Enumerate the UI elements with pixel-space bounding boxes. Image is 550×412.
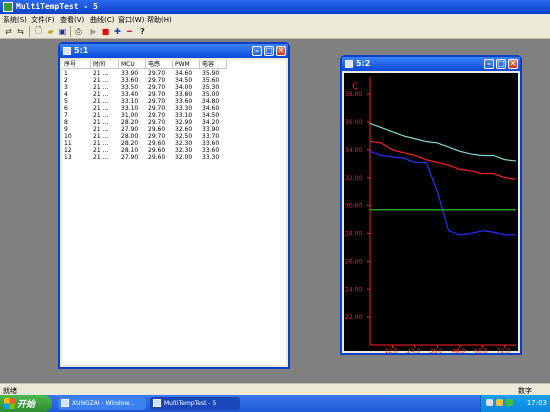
- maximize-button[interactable]: □: [264, 46, 274, 56]
- table-cell-capacitor[interactable]: 33.30: [200, 154, 227, 162]
- x-tick-label: 12.0: [384, 348, 398, 353]
- menu-curve[interactable]: 曲线(C): [90, 15, 114, 25]
- minimize-button[interactable]: –: [484, 59, 494, 69]
- menu-view[interactable]: 查看(V): [60, 15, 84, 25]
- app-title: MultiTempTest - 5: [16, 2, 98, 11]
- status-bar: 就绪 数字: [0, 383, 550, 395]
- open-folder-icon[interactable]: ▰: [45, 26, 56, 37]
- y-tick-label: 38.00: [345, 91, 362, 98]
- table-cell-time[interactable]: 21 ...: [91, 154, 119, 162]
- windows-logo-icon: [4, 398, 15, 409]
- y-tick-label: 22.00: [345, 314, 362, 321]
- series-line-1: [369, 140, 517, 180]
- table-cell-inductor[interactable]: 29.60: [146, 154, 173, 162]
- window-icon: [345, 60, 353, 68]
- minimize-button[interactable]: –: [252, 46, 262, 56]
- disconnect-icon[interactable]: ⇆: [15, 26, 26, 37]
- menu-system[interactable]: 系统(S): [3, 15, 27, 25]
- toolbar: ⇄ ⇆ 🗋 ▰ ▣ ⎙ ▶ ■ ✚ ━ ?: [0, 25, 550, 39]
- column-header-mcu[interactable]: MCU: [119, 60, 146, 69]
- menu-help[interactable]: 帮助(H): [147, 15, 172, 25]
- connect-icon[interactable]: ⇄: [3, 26, 14, 37]
- table-cell-mcu[interactable]: 27.90: [119, 154, 146, 162]
- table-window[interactable]: 5:1 – □ ✕ 序号 时间 MCU 电感 PWM 电容 1 21 ... 33.…: [58, 42, 290, 369]
- new-file-icon[interactable]: 🗋: [33, 26, 44, 37]
- x-tick-label: 60.0: [474, 348, 488, 353]
- app-icon: [3, 2, 13, 12]
- chart-window-title: 5:2: [356, 59, 371, 68]
- taskbar: 开始 XUNGZAI - Window... MultiTempTest - 5…: [0, 395, 550, 412]
- y-tick-label: 28.00: [345, 231, 362, 238]
- help-icon[interactable]: ?: [137, 26, 148, 37]
- security-icon[interactable]: [506, 399, 513, 406]
- chart-window-title-bar[interactable]: 5:2 – □ ✕: [342, 57, 520, 71]
- column-header-capacitor[interactable]: 电容: [200, 60, 227, 69]
- app-title-bar[interactable]: MultiTempTest - 5: [0, 0, 550, 14]
- speaker-icon[interactable]: [496, 399, 503, 406]
- x-tick-label: 72.0: [497, 348, 511, 353]
- chart-window[interactable]: 5:2 – □ ✕ C 38.00 36.00 34.00 32.00 30.00 28.0…: [340, 55, 522, 355]
- column-header-pwm[interactable]: PWM: [173, 60, 200, 69]
- table-window-title-bar[interactable]: 5:1 – □ ✕: [60, 44, 288, 58]
- menu-bar: 系统(S) 文件(F) 查看(V) 曲线(C) 窗口(W) 帮助(H): [0, 14, 550, 25]
- maximize-button[interactable]: □: [496, 59, 506, 69]
- folder-icon: [61, 399, 69, 407]
- y-tick-label: 32.00: [345, 175, 362, 182]
- print-icon[interactable]: ⎙: [73, 26, 84, 37]
- temperature-chart-svg: C38.0036.0034.0032.0030.0028.0026.0024.0…: [345, 77, 517, 355]
- play-icon[interactable]: ▶: [88, 26, 99, 37]
- taskbar-item-label: MultiTempTest - 5: [164, 400, 217, 407]
- save-icon[interactable]: ▣: [57, 26, 68, 37]
- system-tray: 17:03: [480, 395, 550, 412]
- table-cell-index[interactable]: 13: [62, 154, 91, 162]
- close-button[interactable]: ✕: [508, 59, 518, 69]
- y-tick-label: 34.00: [345, 147, 362, 154]
- menu-window[interactable]: 窗口(W): [118, 15, 144, 25]
- network-icon[interactable]: [486, 399, 493, 406]
- app-icon: [153, 399, 161, 407]
- column-header-inductor[interactable]: 电感: [146, 60, 173, 69]
- table-window-title: 5:1: [74, 46, 89, 55]
- add-icon[interactable]: ✚: [112, 26, 123, 37]
- x-tick-label: 36.0: [429, 348, 443, 353]
- taskbar-item-label: XUNGZAI - Window...: [72, 400, 135, 407]
- y-tick-label: 30.00: [345, 203, 362, 210]
- toolbar-separator: [70, 26, 71, 37]
- column-header-index[interactable]: 序号: [62, 60, 91, 69]
- menu-file[interactable]: 文件(F): [31, 15, 55, 25]
- table-cell-pwm[interactable]: 32.00: [173, 154, 200, 162]
- start-label: 开始: [17, 400, 36, 410]
- start-button[interactable]: 开始: [0, 395, 52, 412]
- column-header-time[interactable]: 时间: [91, 60, 119, 69]
- y-tick-label: 24.00: [345, 286, 362, 293]
- remove-icon[interactable]: ━: [124, 26, 135, 37]
- x-tick-label: 24.0: [407, 348, 421, 353]
- x-tick-label: 48.0: [452, 348, 466, 353]
- window-icon: [63, 47, 71, 55]
- clock: 17:03: [526, 399, 547, 407]
- taskbar-item-multitemptest[interactable]: MultiTempTest - 5: [150, 397, 240, 410]
- data-table[interactable]: 序号 时间 MCU 电感 PWM 电容 1 21 ... 33.90 29.70 34.…: [62, 60, 286, 365]
- close-button[interactable]: ✕: [276, 46, 286, 56]
- y-tick-label: 26.00: [345, 258, 362, 265]
- stop-icon[interactable]: ■: [100, 26, 111, 37]
- y-tick-label: 36.00: [345, 119, 362, 126]
- temperature-chart[interactable]: C 38.00 36.00 34.00 32.00 30.00 28.00 26.00 24.0…: [344, 73, 518, 355]
- toolbar-separator: [29, 26, 30, 37]
- series-line-0: [369, 122, 517, 162]
- taskbar-item-explorer[interactable]: XUNGZAI - Window...: [58, 397, 146, 410]
